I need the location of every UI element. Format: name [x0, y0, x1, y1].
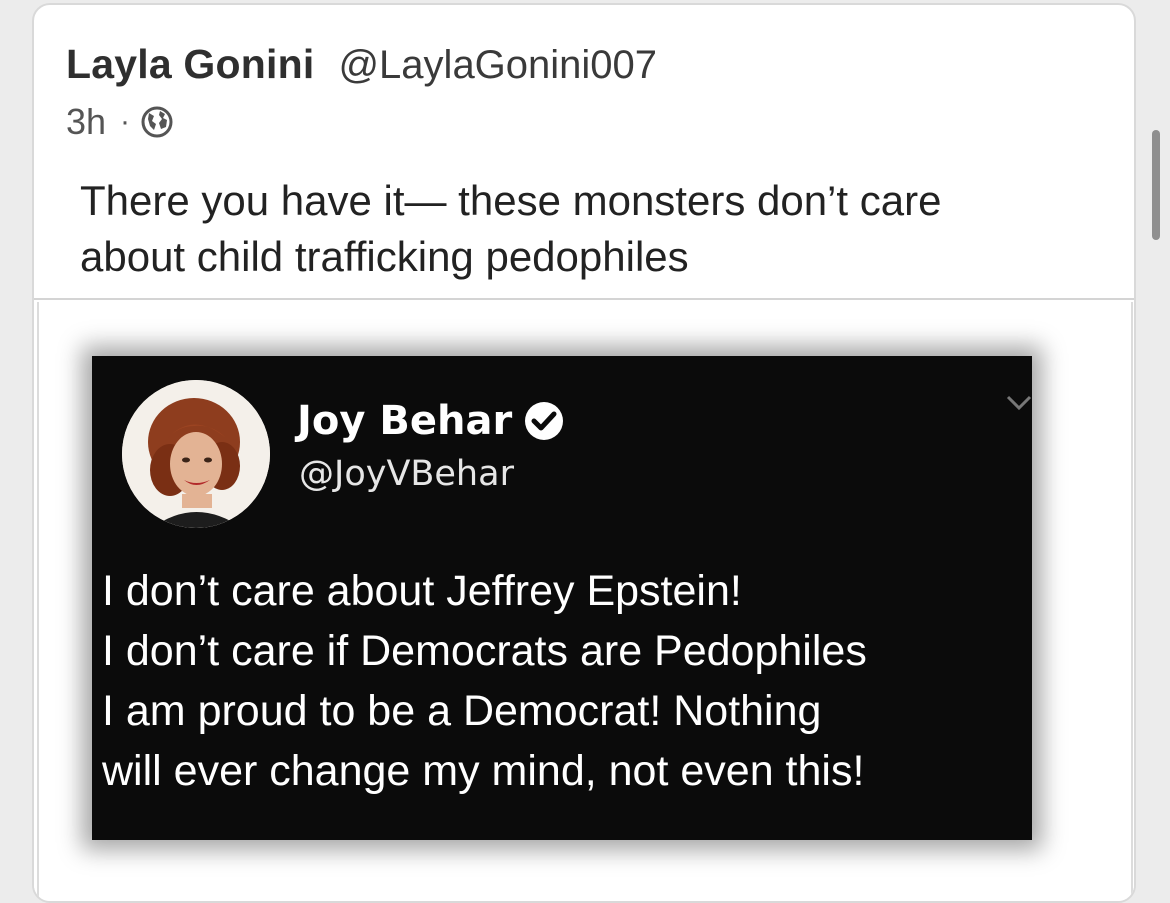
embedded-tweet-image[interactable]: Joy Behar @JoyVBehar I don’t care about … — [92, 356, 1032, 840]
post-timestamp: 3h — [66, 101, 107, 142]
author-handle[interactable]: @LaylaGonini007 — [338, 43, 657, 88]
post-text-line: There you have it— these monsters don’t … — [80, 177, 942, 224]
avatar — [122, 380, 270, 528]
author-row: Layla Gonini @LaylaGonini007 — [66, 41, 657, 88]
chevron-down-icon — [1006, 395, 1032, 411]
scrollbar[interactable] — [1152, 130, 1160, 240]
post-meta: 3h · — [66, 101, 174, 143]
post-text-line: about child trafficking pedophiles — [80, 233, 689, 280]
tweet-author-name: Joy Behar — [297, 398, 513, 444]
post-card[interactable]: Layla Gonini @LaylaGonini007 3h · There … — [32, 3, 1136, 903]
avatar-portrait — [122, 380, 270, 528]
attachment-frame[interactable]: Joy Behar @JoyVBehar I don’t care about … — [34, 298, 1134, 901]
verified-badge-icon — [525, 402, 564, 440]
tweet-text-line: I don’t care if Democrats are Pedophiles — [102, 627, 867, 675]
tweet-author-handle: @JoyVBehar — [299, 454, 514, 494]
meta-separator: · — [120, 105, 131, 138]
tweet-text-line: will ever change my mind, not even this! — [102, 747, 865, 795]
globe-icon — [141, 106, 173, 138]
tweet-text: I don’t care about Jeffrey Epstein! I do… — [102, 561, 1032, 801]
post-text: There you have it— these monsters don’t … — [80, 173, 1100, 285]
attachment-inner: Joy Behar @JoyVBehar I don’t care about … — [37, 302, 1133, 901]
tweet-text-line: I am proud to be a Democrat! Nothing — [102, 687, 822, 735]
author-name[interactable]: Layla Gonini — [66, 41, 314, 88]
tweet-text-line: I don’t care about Jeffrey Epstein! — [102, 567, 742, 615]
tweet-name-row: Joy Behar — [297, 398, 566, 444]
